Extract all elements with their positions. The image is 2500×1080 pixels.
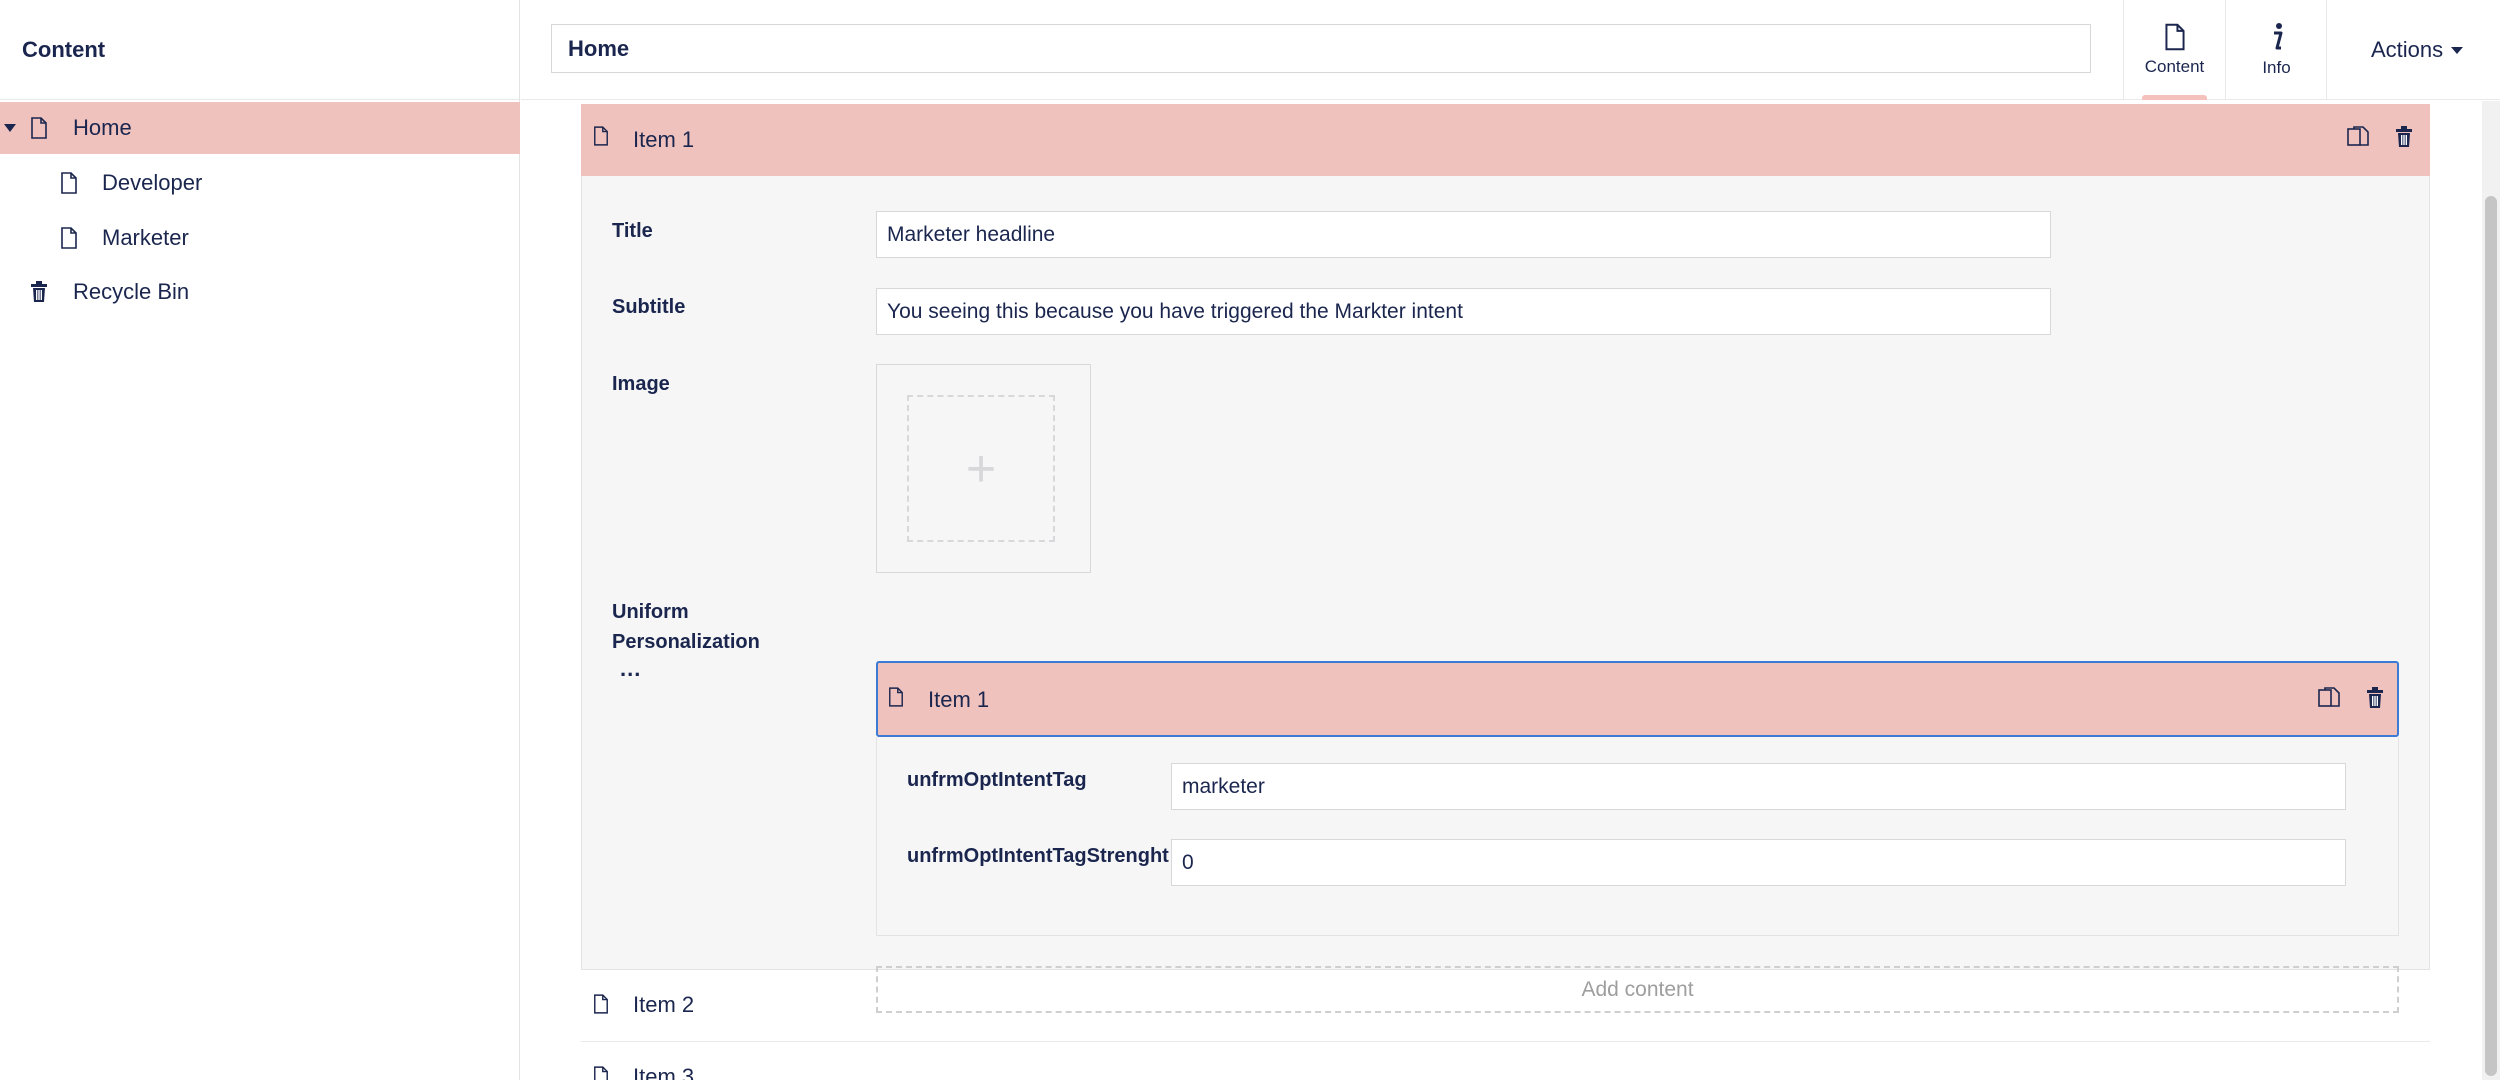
personalization-label-line1: Uniform (612, 601, 689, 623)
document-icon (594, 1066, 608, 1080)
expand-caret-icon[interactable] (4, 124, 16, 132)
tab-info[interactable]: Info (2225, 0, 2327, 100)
block-header[interactable]: Item 1 (581, 104, 2430, 176)
intent-tag-input[interactable] (1171, 763, 2346, 810)
document-icon (61, 227, 77, 249)
tab-content-label: Content (2144, 57, 2205, 76)
tree-item-home[interactable]: Home (0, 102, 520, 154)
block-list-item-3[interactable]: Item 3 (581, 1042, 2430, 1080)
tab-info-label: Info (2262, 58, 2291, 77)
plus-icon: + (965, 439, 997, 498)
block-body: Title Subtitle Image + Uniform Personali… (581, 176, 2430, 1013)
actions-label: Actions (2371, 37, 2444, 62)
tree-item-label: Home (73, 115, 132, 140)
chevron-down-icon (2451, 46, 2464, 54)
vertical-scrollbar[interactable] (2482, 101, 2500, 1080)
nested-block-body: unfrmOptIntentTag unfrmOptIntentTagStren… (876, 737, 2399, 936)
nested-block-title: Item 1 (928, 687, 990, 712)
document-icon (61, 172, 77, 194)
add-image-placeholder[interactable]: + (907, 395, 1055, 542)
nested-block-header[interactable]: Item 1 (876, 661, 2399, 737)
actions-dropdown[interactable]: Actions (2326, 0, 2500, 100)
block-list-item-2[interactable]: Item 2 (581, 970, 2430, 1042)
scrollbar-thumb[interactable] (2485, 196, 2497, 1076)
subtitle-label: Subtitle (612, 296, 686, 318)
copy-icon[interactable] (2318, 687, 2340, 709)
tree-item-label: Marketer (102, 225, 189, 250)
nested-content-block: Item 1 Title Subtitle Image + Uniform Pe… (581, 104, 2430, 1013)
intent-strength-label: unfrmOptIntentTagStrenght (907, 845, 1169, 867)
title-input[interactable] (876, 211, 2051, 258)
image-label: Image (612, 373, 670, 395)
copy-icon[interactable] (2347, 126, 2369, 148)
editor-main: Item 1 Title Subtitle Image + Uniform Pe… (521, 101, 2500, 1080)
content-tree-sidebar: Content Home Developer Marketer Recycle … (0, 0, 520, 1080)
block-title: Item 3 (633, 1064, 695, 1080)
title-label: Title (612, 220, 653, 242)
image-picker[interactable]: + (876, 364, 1091, 573)
more-options-icon[interactable]: ... (620, 656, 641, 682)
document-icon (889, 687, 903, 707)
document-icon (594, 994, 608, 1014)
tree-item-label: Developer (102, 170, 203, 195)
tree-item-developer[interactable]: Developer (0, 157, 520, 209)
tree-item-label: Recycle Bin (73, 279, 190, 304)
trash-icon (31, 281, 47, 302)
block-title: Item 2 (633, 992, 695, 1017)
editor-header: Content Info Actions (521, 0, 2500, 100)
tree-item-marketer[interactable]: Marketer (0, 212, 520, 264)
trash-icon[interactable] (2394, 126, 2414, 148)
sidebar-section-title: Content (0, 0, 519, 100)
trash-icon[interactable] (2365, 687, 2385, 709)
document-icon (2164, 23, 2185, 51)
block-title: Item 1 (633, 127, 695, 152)
document-icon (31, 117, 47, 139)
personalization-label-line2: Personalization (612, 631, 760, 653)
info-icon (2273, 23, 2282, 50)
node-name-input[interactable] (551, 24, 2091, 73)
subtitle-input[interactable] (876, 288, 2051, 335)
intent-strength-input[interactable] (1171, 839, 2346, 886)
document-icon (594, 126, 608, 146)
intent-tag-label: unfrmOptIntentTag (907, 769, 1087, 791)
tree-item-recycle-bin[interactable]: Recycle Bin (0, 266, 520, 318)
tab-content[interactable]: Content (2123, 0, 2225, 100)
